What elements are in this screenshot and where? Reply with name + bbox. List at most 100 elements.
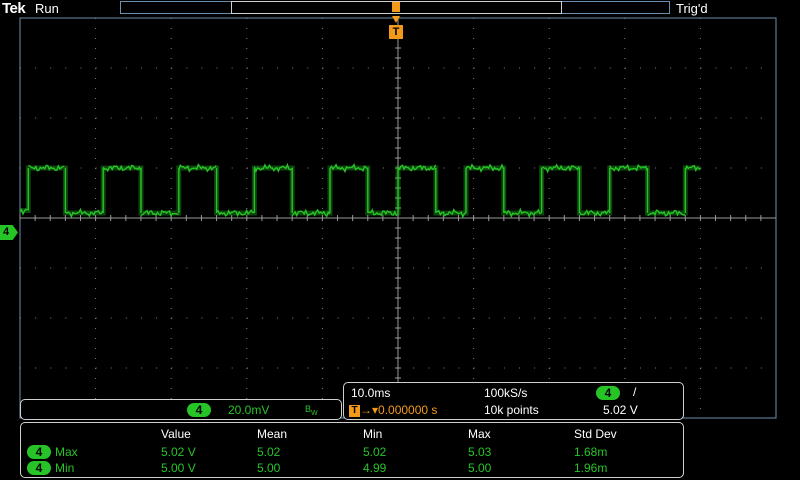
graticule-dot bbox=[548, 188, 550, 189]
graticule-dot bbox=[171, 317, 173, 319]
graticule-grid bbox=[19, 17, 777, 419]
status-bar: Tek Run Trig'd bbox=[0, 0, 800, 18]
graticule-dot bbox=[261, 317, 263, 319]
graticule-dot bbox=[170, 188, 172, 189]
graticule-dot bbox=[171, 167, 173, 169]
graticule-dot bbox=[579, 367, 581, 369]
graticule-dot bbox=[639, 267, 641, 269]
graticule-dot bbox=[700, 317, 702, 319]
measurements-panel[interactable]: Value Mean Min Max Std Dev 4 Max 5.02 V … bbox=[20, 422, 684, 478]
graticule-dot bbox=[186, 267, 188, 269]
graticule-dot bbox=[549, 317, 551, 319]
graticule-dot bbox=[624, 278, 626, 279]
graticule-dot bbox=[700, 167, 702, 169]
graticule-dot bbox=[699, 378, 701, 379]
trigger-position-marker[interactable]: T bbox=[389, 25, 403, 39]
graticule-dot bbox=[443, 167, 445, 169]
graticule-dot bbox=[321, 108, 323, 109]
timebase-panel[interactable]: 10.0ms 100kS/s 4 / T →▾0.000000 s 10k poi… bbox=[343, 382, 684, 420]
trigger-level: 5.02 V bbox=[603, 403, 638, 417]
header-max: Max bbox=[468, 427, 491, 441]
graticule-dot bbox=[413, 67, 415, 69]
graticule-dot bbox=[170, 208, 172, 209]
graticule-dot bbox=[699, 348, 701, 349]
graticule-dot bbox=[715, 267, 717, 269]
graticule-dot bbox=[95, 267, 97, 269]
graticule-dot bbox=[624, 298, 626, 299]
graticule-dot bbox=[186, 367, 188, 369]
graticule-dot bbox=[699, 138, 701, 139]
graticule-dot bbox=[95, 388, 97, 389]
graticule-dot bbox=[624, 28, 626, 29]
graticule-dot bbox=[216, 367, 218, 369]
graticule-dot bbox=[428, 367, 430, 369]
graticule-dot bbox=[518, 267, 520, 269]
graticule-dot bbox=[473, 117, 475, 119]
graticule-dot bbox=[246, 167, 248, 169]
graticule-dot bbox=[246, 378, 248, 379]
graticule-dot bbox=[548, 178, 550, 179]
graticule-dot bbox=[473, 258, 475, 259]
graticule-dot bbox=[700, 267, 702, 269]
graticule-dot bbox=[413, 317, 415, 319]
graticule-dot bbox=[413, 267, 415, 269]
graticule-dot bbox=[473, 138, 475, 139]
graticule-dot bbox=[639, 367, 641, 369]
graticule-dot bbox=[549, 267, 551, 269]
graticule-dot bbox=[321, 138, 323, 139]
graticule-dot bbox=[443, 367, 445, 369]
graticule-dot bbox=[413, 117, 415, 119]
graticule-dot bbox=[170, 288, 172, 289]
graticule-dot bbox=[624, 338, 626, 339]
graticule-dot bbox=[65, 67, 67, 69]
graticule-dot bbox=[579, 317, 581, 319]
measurement-max: 5.00 bbox=[468, 461, 492, 475]
graticule-dot bbox=[170, 58, 172, 59]
graticule-dot bbox=[534, 67, 536, 69]
graticule-dot bbox=[548, 258, 550, 259]
graticule-dot bbox=[579, 267, 581, 269]
graticule-dot bbox=[140, 67, 142, 69]
graticule-dot bbox=[170, 108, 172, 109]
acquisition-state[interactable]: Run bbox=[35, 1, 59, 16]
graticule-dot bbox=[110, 317, 112, 319]
graticule-dot bbox=[95, 78, 97, 79]
graticule-dot bbox=[518, 67, 520, 69]
graticule-dot bbox=[321, 208, 323, 209]
graticule-dot bbox=[473, 228, 475, 229]
channel-readout-panel[interactable]: 4 20.0mV BW bbox=[20, 399, 342, 420]
measurement-value: 5.00 V bbox=[161, 461, 196, 475]
graticule-dot bbox=[594, 167, 596, 169]
graticule-dot bbox=[624, 328, 626, 329]
graticule-dot bbox=[579, 67, 581, 69]
graticule-dot bbox=[548, 378, 550, 379]
graticule-dot bbox=[670, 367, 672, 369]
graticule-dot bbox=[95, 148, 97, 149]
graticule-dot bbox=[20, 317, 21, 319]
graticule-dot bbox=[624, 267, 626, 269]
graticule-dot bbox=[413, 367, 415, 369]
graticule-dot bbox=[367, 67, 369, 69]
graticule-dot bbox=[473, 288, 475, 289]
graticule-dot bbox=[473, 267, 475, 269]
graticule-dot bbox=[170, 328, 172, 329]
graticule-dot bbox=[564, 267, 566, 269]
trigger-source-badge: 4 bbox=[596, 386, 620, 400]
graticule-dot bbox=[95, 338, 97, 339]
graticule-dot bbox=[231, 267, 233, 269]
graticule-dot bbox=[35, 317, 37, 319]
header-min: Min bbox=[363, 427, 383, 441]
graticule-dot bbox=[322, 267, 324, 269]
graticule-dot bbox=[473, 238, 475, 239]
graticule-dot bbox=[125, 267, 127, 269]
graticule-dot bbox=[473, 67, 475, 69]
graticule-dot bbox=[367, 117, 369, 119]
graticule-dot bbox=[352, 267, 354, 269]
graticule-dot bbox=[352, 367, 354, 369]
graticule-dot bbox=[548, 198, 550, 199]
graticule-dot bbox=[322, 317, 324, 319]
graticule-dot bbox=[80, 367, 82, 369]
measurement-max: 5.03 bbox=[468, 445, 492, 459]
graticule-dot bbox=[624, 78, 626, 79]
graticule-dot bbox=[246, 138, 248, 139]
